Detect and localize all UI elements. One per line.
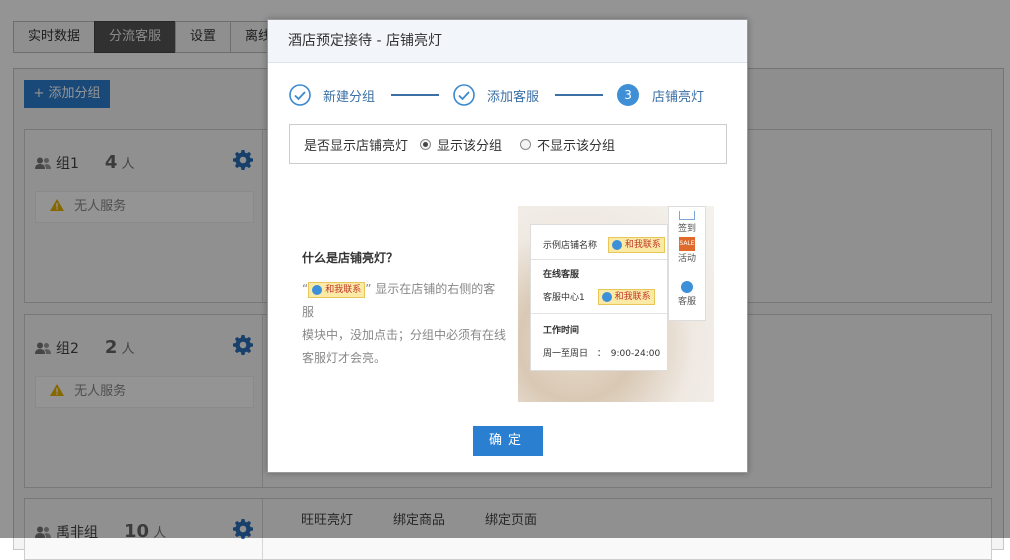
example-shop-name-row: 示例店铺名称 和我联系 (543, 237, 665, 253)
side-item-service: 客服 (669, 281, 705, 307)
contact-me-badge: 和我联系 (308, 282, 366, 298)
side-item-label: 活动 (677, 254, 696, 264)
step-new-group: 新建分组 (289, 84, 375, 106)
radio-label: 显示该分组 (437, 138, 503, 154)
check-circle-icon (289, 84, 311, 106)
step-label: 新建分组 (323, 89, 376, 105)
work-hours-title: 工作时间 (543, 326, 580, 336)
service-avatar-icon (681, 281, 693, 293)
display-question: 是否显示店铺亮灯 (304, 138, 409, 154)
example-side-bar: 签到 SALE 活动 客服 (668, 206, 706, 321)
service-center-name: 客服中心1 (543, 293, 585, 303)
step-connector (555, 94, 604, 96)
contact-me-badge: 和我联系 (607, 237, 665, 253)
shop-light-dialog: 酒店预定接待 - 店铺亮灯 新建分组 添加客服 3 店铺亮灯 是否显示店铺亮灯 … (267, 19, 748, 473)
radio-label: 不显示该分组 (537, 138, 616, 154)
confirm-button[interactable]: 确定 (473, 426, 543, 456)
explanation-title: 什么是店铺亮灯？ (302, 251, 399, 265)
step-shop-light: 3 店铺亮灯 (617, 84, 704, 106)
example-shop-name: 示例店铺名称 (543, 241, 598, 251)
hours-separator: ： (596, 349, 606, 359)
display-option-box: 是否显示店铺亮灯 显示该分组 不显示该分组 (289, 124, 727, 164)
contact-me-badge: 和我联系 (597, 289, 655, 305)
service-center-row: 客服中心1 和我联系 (543, 289, 655, 305)
side-item-checkin: 签到 (669, 211, 705, 234)
step-indicator: 新建分组 添加客服 3 店铺亮灯 (289, 82, 704, 108)
check-circle-icon (453, 84, 475, 106)
work-days: 周一至周日 (543, 349, 589, 359)
radio-dot[interactable] (420, 138, 432, 150)
dialog-title: 酒店预定接待 - 店铺亮灯 (268, 20, 747, 63)
step-label: 添加客服 (487, 89, 540, 105)
step-add-service: 添加客服 (453, 84, 539, 106)
explanation: 什么是店铺亮灯？ “和我联系” 显示在店铺的右侧的客服 模块中，没加点击；分组中… (302, 249, 507, 370)
side-item-label: 签到 (677, 224, 696, 234)
side-item-activity: SALE 活动 (669, 237, 705, 264)
step-label: 店铺亮灯 (652, 89, 705, 105)
step-connector (391, 94, 440, 96)
example-shop-card: 示例店铺名称 和我联系 在线客服 客服中心1 和我联系 工作时间 周一至周日 ：… (530, 224, 668, 371)
explanation-line-3: 客服灯才会亮。 (302, 351, 387, 365)
work-hours-row: 周一至周日 ： 9:00-24:00 (543, 346, 660, 359)
example-illustration: 示例店铺名称 和我联系 在线客服 客服中心1 和我联系 工作时间 周一至周日 ：… (518, 206, 714, 402)
calendar-icon (679, 211, 695, 220)
divider (531, 313, 667, 314)
side-item-label: 客服 (677, 297, 696, 307)
radio-show-group[interactable]: 显示该分组 (420, 135, 502, 154)
explanation-body: “和我联系” 显示在店铺的右侧的客服 模块中，没加点击；分组中必须有在线 客服灯… (302, 278, 507, 370)
work-time: 9:00-24:00 (610, 349, 661, 359)
radio-hide-group[interactable]: 不显示该分组 (520, 135, 615, 154)
radio-dot[interactable] (520, 138, 532, 150)
explanation-line-2: 模块中，没加点击；分组中必须有在线 (302, 328, 507, 342)
sale-icon: SALE (679, 237, 695, 251)
divider (531, 259, 667, 260)
online-service-title: 在线客服 (543, 270, 580, 280)
step-number: 3 (617, 84, 640, 106)
